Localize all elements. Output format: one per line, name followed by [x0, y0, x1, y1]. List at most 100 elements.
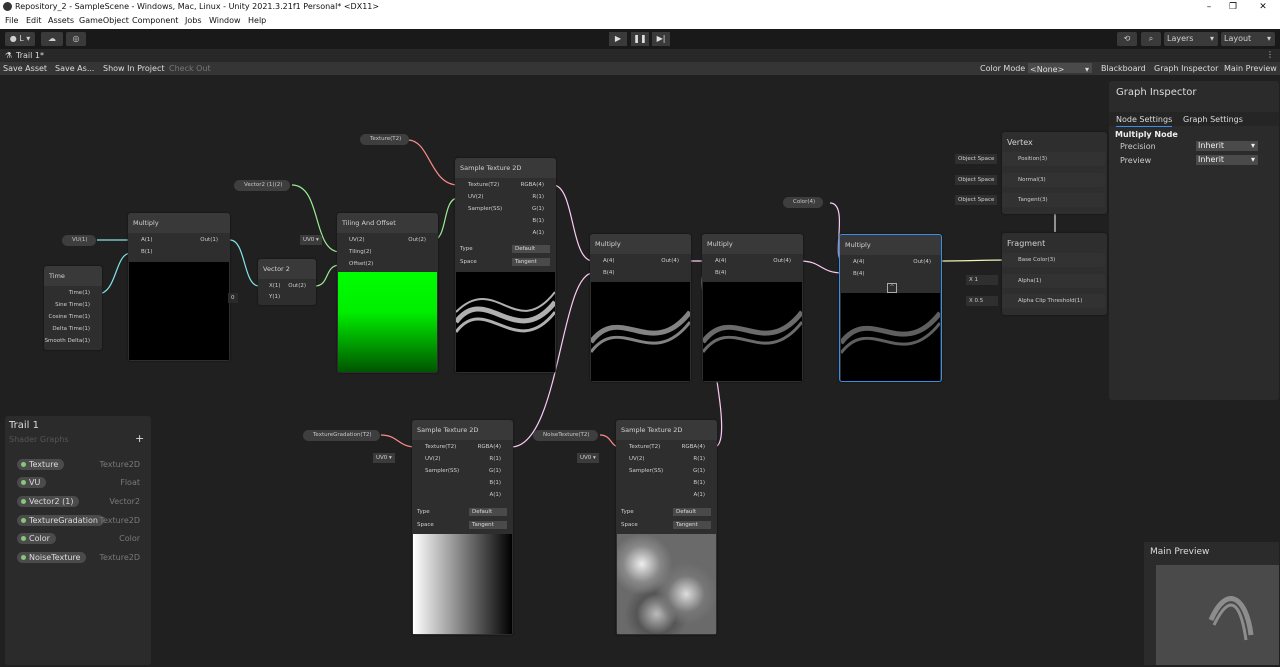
node-multiply-b[interactable]: Multiply A(4) B(4) Out(4) [590, 234, 691, 382]
port-delta-time: Delta Time(1) [52, 326, 90, 332]
port-rgba: RGBA(4) [477, 444, 501, 450]
node-vector2[interactable]: Vector 2 X(1) Y(1) Out(2) [258, 259, 316, 305]
port-out: Out(4) [773, 258, 791, 264]
space-dropdown[interactable]: Tangent [673, 521, 711, 529]
port-a: A(1) [532, 230, 544, 236]
tiling-uv-dropdown[interactable]: UV0 ▾ [300, 235, 322, 245]
blackboard-item-noise-texture[interactable]: NoiseTexture Texture2D [13, 552, 148, 564]
vector2-y-field[interactable]: 0 [228, 293, 238, 303]
node-time[interactable]: Time Time(1) Sine Time(1) Cosine Time(1)… [44, 266, 102, 350]
block-position[interactable]: Position(3) [1002, 152, 1105, 166]
port-y: Y(1) [269, 294, 281, 300]
preview-value: Inherit [1198, 155, 1225, 164]
master-vertex[interactable]: Vertex Position(3) Normal(3) Tangent(3) [1002, 132, 1107, 214]
property-type: Texture2D [99, 460, 140, 469]
type-dropdown[interactable]: Default [512, 245, 550, 253]
type-dropdown[interactable]: Default [469, 508, 507, 516]
block-tangent[interactable]: Tangent(3) [1002, 193, 1105, 207]
blackboard-item-vu[interactable]: VU Float [13, 477, 148, 489]
port-time: Time(1) [68, 290, 90, 296]
port-out: Out(1) [200, 237, 218, 243]
space-dropdown[interactable]: Tangent [512, 258, 550, 266]
property-type: Vector2 [109, 497, 140, 506]
preview-dropdown[interactable]: Inherit ▾ [1196, 155, 1258, 165]
property-color[interactable]: Color(4) [783, 197, 824, 208]
property-name: NoiseTexture [17, 552, 87, 563]
sample2-uv-dropdown[interactable]: UV0 ▾ [373, 453, 395, 463]
preview-quad [1208, 596, 1254, 641]
edge-multiply-basecolor [937, 259, 1013, 262]
property-texture-gradation[interactable]: TextureGradation(T2) [303, 430, 380, 441]
block-normal[interactable]: Normal(3) [1002, 173, 1105, 187]
node-title: Sample Texture 2D [455, 158, 556, 178]
uv-value: UV0 [376, 455, 388, 461]
node-title: Multiply [590, 234, 691, 254]
blackboard-item-color[interactable]: Color Color [13, 533, 148, 545]
port-r: R(1) [489, 456, 501, 462]
master-fragment[interactable]: Fragment Base Color(3) Alpha(1) Alpha Cl… [1002, 233, 1107, 315]
port-smooth-delta: Smooth Delta(1) [44, 338, 90, 344]
collapse-preview-icon[interactable]: ^ [887, 283, 897, 293]
main-preview-viewport[interactable] [1156, 565, 1279, 665]
type-value: Default [472, 509, 493, 515]
node-preview [456, 272, 555, 372]
property-vector2[interactable]: Vector2 (1)(2) [234, 180, 291, 191]
port-r: R(1) [693, 456, 705, 462]
node-tiling-offset[interactable]: Tiling And Offset UV(2) Tiling(2) Offset… [337, 213, 438, 373]
port-tiling: Tiling(2) [349, 249, 372, 255]
property-name: TextureGradation [17, 515, 104, 526]
node-sample-texture-1[interactable]: Sample Texture 2D Texture(T2) UV(2) Samp… [455, 158, 556, 373]
node-multiply-a[interactable]: Multiply A(1) B(1) Out(1) [128, 213, 230, 361]
port-offset: Offset(2) [349, 261, 374, 267]
block-alpha-clip[interactable]: Alpha Clip Threshold(1) [1002, 294, 1105, 308]
type-dropdown[interactable]: Default [673, 508, 711, 516]
fragment-title: Fragment [1002, 233, 1107, 253]
port-sampler: Sampler(SS) [425, 468, 460, 474]
trail-preview [703, 310, 802, 353]
space-dropdown[interactable]: Tangent [469, 521, 507, 529]
port-g: G(1) [531, 206, 544, 212]
preview-label: Preview [1120, 156, 1152, 165]
property-texture[interactable]: Texture(T2) [360, 134, 410, 145]
node-sample-texture-2[interactable]: Sample Texture 2D Texture(T2) UV(2) Samp… [412, 420, 513, 635]
alpha-value-field[interactable]: X 1 [966, 275, 998, 285]
precision-dropdown[interactable]: Inherit ▾ [1196, 141, 1258, 151]
port-out: Out(4) [913, 259, 931, 265]
port-b: B(1) [489, 480, 501, 486]
port-g: G(1) [488, 468, 501, 474]
block-alpha[interactable]: Alpha(1) [1002, 274, 1105, 288]
port-b: B(4) [715, 270, 727, 276]
edge-time-multiply [96, 252, 132, 295]
property-noise-texture[interactable]: NoiseTexture(T2) [533, 430, 598, 441]
tab-graph-settings[interactable]: Graph Settings [1183, 115, 1243, 124]
type-value: Default [676, 509, 697, 515]
tab-node-settings[interactable]: Node Settings [1116, 115, 1173, 127]
port-sampler: Sampler(SS) [629, 468, 664, 474]
node-multiply-d-selected[interactable]: Multiply A(4) B(4) Out(4) ^ [839, 234, 942, 382]
node-title: Time [44, 266, 102, 286]
property-vu[interactable]: VU(1) [62, 235, 96, 246]
space-value: Tangent [472, 522, 494, 528]
port-a: A(1) [141, 237, 153, 243]
port-cosine-time: Cosine Time(1) [48, 314, 90, 320]
port-out: Out(2) [288, 283, 306, 289]
space-value: Tangent [515, 259, 537, 265]
port-uv: UV(2) [425, 456, 441, 462]
blackboard-item-texture-gradation[interactable]: TextureGradation Texture2D [13, 515, 148, 527]
sample3-uv-dropdown[interactable]: UV0 ▾ [577, 453, 599, 463]
blackboard-item-vector2[interactable]: Vector2 (1) Vector2 [13, 496, 148, 508]
uv-value: UV0 [580, 455, 592, 461]
main-preview-panel: Main Preview [1144, 542, 1279, 665]
node-multiply-c[interactable]: Multiply A(4) B(4) Out(4) [702, 234, 803, 382]
property-type: Texture2D [99, 553, 140, 562]
property-name: Color [17, 533, 56, 544]
add-property-button[interactable]: + [135, 432, 144, 445]
block-label: Normal(3) [1018, 177, 1046, 183]
alpha-clip-value-field[interactable]: X 0.5 [966, 296, 998, 306]
block-base-color[interactable]: Base Color(3) [1002, 253, 1105, 267]
blackboard-item-texture[interactable]: Texture Texture2D [13, 459, 148, 471]
property-type: Float [120, 478, 140, 487]
port-texture: Texture(T2) [629, 444, 661, 450]
node-sample-texture-3[interactable]: Sample Texture 2D Texture(T2) UV(2) Samp… [616, 420, 717, 635]
port-uv: UV(2) [349, 237, 365, 243]
